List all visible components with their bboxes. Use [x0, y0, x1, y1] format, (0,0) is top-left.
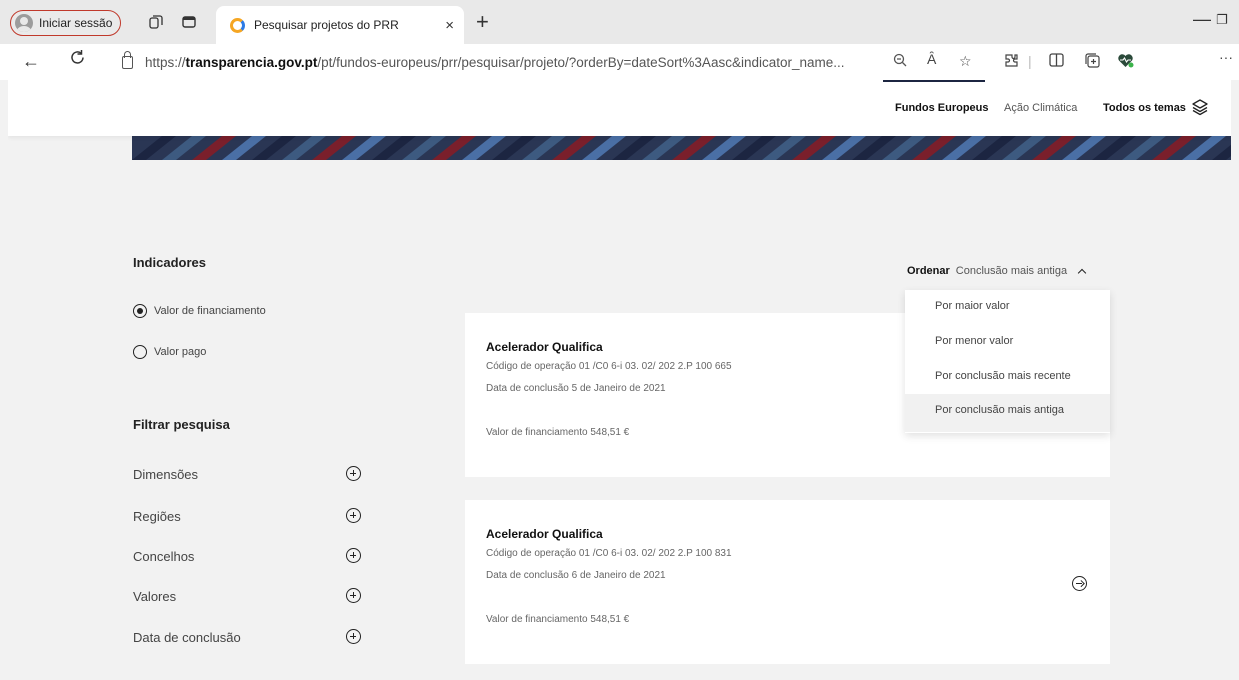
more-options-icon[interactable]: ··· [1219, 49, 1233, 65]
project-title[interactable]: Acelerador Qualifica [486, 527, 603, 541]
filter-valores[interactable]: Valores [133, 588, 368, 604]
site-header: Fundos Europeus Ação Climática Todos os … [8, 80, 1231, 136]
profile-button[interactable]: Iniciar sessão [10, 10, 122, 36]
restore-icon[interactable]: ❐ [1216, 12, 1228, 28]
radio-unchecked-icon [133, 345, 147, 359]
url-path: /pt/fundos-europeus/prr/pesquisar/projet… [317, 54, 845, 70]
sort-option-menor-valor[interactable]: Por menor valor [905, 325, 1110, 359]
decorative-banner [132, 136, 1231, 160]
sort-current-value: Conclusão mais antiga [955, 265, 1068, 277]
completion-date: Data de conclusão 6 de Janeiro de 2021 [486, 570, 666, 581]
nav-acao-climatica[interactable]: Ação Climática [1004, 102, 1077, 114]
back-icon[interactable]: ← [22, 51, 40, 72]
filter-label: Concelhos [133, 549, 195, 564]
nav-todos-os-temas[interactable]: Todos os temas [1103, 102, 1186, 114]
zoom-icon[interactable] [893, 53, 907, 70]
expand-plus-icon[interactable] [346, 466, 361, 481]
filter-label: Regiões [133, 509, 181, 524]
funding-value: Valor de financiamento 548,51 € [486, 427, 630, 438]
radio-valor-pago[interactable]: Valor pago [133, 345, 206, 359]
active-tab[interactable]: Pesquisar projetos do PRR × [216, 6, 464, 44]
favorite-star-icon[interactable]: ☆ [959, 53, 972, 70]
new-tab-button[interactable]: + [476, 9, 489, 35]
read-aloud-icon[interactable]: Ȃ [927, 51, 936, 67]
address-bar[interactable]: https://transparencia.gov.pt/pt/fundos-e… [122, 50, 882, 74]
collections-icon[interactable] [1085, 53, 1100, 71]
tab-title: Pesquisar projetos do PRR [254, 18, 399, 32]
filter-regioes[interactable]: Regiões [133, 508, 368, 524]
extensions-icon[interactable] [1004, 53, 1019, 71]
layers-icon[interactable] [1191, 98, 1209, 116]
toolbar-divider: | [1028, 53, 1032, 69]
minimize-icon[interactable]: — [1193, 9, 1211, 30]
funding-value: Valor de financiamento 548,51 € [486, 614, 630, 625]
expand-plus-icon[interactable] [346, 508, 361, 523]
site-favicon-icon [230, 17, 245, 33]
filter-label: Dimensões [133, 467, 199, 482]
tab-actions-icon[interactable] [180, 13, 198, 31]
expand-plus-icon[interactable] [346, 548, 361, 563]
profile-label: Iniciar sessão [39, 16, 113, 30]
browser-toolbar: ← https://transparencia.gov.pt/pt/fundos… [0, 44, 1239, 80]
sort-option-maior-valor[interactable]: Por maior valor [905, 290, 1110, 324]
url-host: transparencia.gov.pt [185, 54, 318, 70]
tab-close-button[interactable]: × [445, 17, 454, 34]
indicators-title: Indicadores [133, 255, 206, 270]
completion-date: Data de conclusão 5 de Janeiro de 2021 [486, 383, 666, 394]
operation-code: Código de operação 01 /C0 6-i 03. 02/ 20… [486, 548, 732, 559]
radio-label: Valor pago [154, 346, 207, 358]
workspaces-icon[interactable] [147, 13, 165, 31]
split-screen-icon[interactable] [1049, 53, 1064, 70]
banner-pattern [132, 136, 1231, 160]
filter-label: Data de conclusão [133, 630, 241, 645]
arrow-right-icon[interactable] [1072, 576, 1087, 591]
browser-tabbar: Iniciar sessão Pesquisar projetos do PRR… [0, 0, 1239, 44]
sort-option-mais-antiga[interactable]: Por conclusão mais antiga [905, 394, 1110, 432]
radio-checked-icon [133, 304, 147, 318]
filter-data-conclusao[interactable]: Data de conclusão [133, 629, 368, 645]
chevron-up-icon [1077, 268, 1087, 277]
operation-code: Código de operação 01 /C0 6-i 03. 02/ 20… [486, 361, 732, 372]
refresh-icon[interactable] [69, 49, 86, 71]
expand-plus-icon[interactable] [346, 629, 361, 644]
radio-valor-financiamento[interactable]: Valor de financiamento [133, 304, 266, 318]
filter-title: Filtrar pesquisa [133, 417, 230, 432]
result-card[interactable]: Acelerador Qualifica Código de operação … [465, 500, 1110, 664]
sort-label: Ordenar [907, 265, 950, 277]
url-prefix: https:// [145, 54, 186, 70]
project-title[interactable]: Acelerador Qualifica [486, 340, 603, 354]
radio-label: Valor de financiamento [154, 305, 266, 317]
expand-plus-icon[interactable] [346, 588, 361, 603]
filter-dimensoes[interactable]: Dimensões [133, 466, 368, 482]
sort-dropdown: Por maior valor Por menor valor Por conc… [905, 290, 1110, 433]
page-info-icon[interactable] [122, 50, 133, 69]
nav-fundos-europeus[interactable]: Fundos Europeus [895, 102, 989, 114]
filter-concelhos[interactable]: Concelhos [133, 548, 368, 564]
active-nav-indicator [883, 80, 985, 82]
page-viewport: Fundos Europeus Ação Climática Todos os … [8, 80, 1231, 680]
browser-essentials-icon[interactable] [1117, 53, 1134, 71]
sort-control[interactable]: Ordenar Conclusão mais antiga [907, 265, 1087, 277]
filter-label: Valores [133, 589, 177, 604]
profile-avatar-icon [15, 14, 33, 32]
sort-option-mais-recente[interactable]: Por conclusão mais recente [905, 360, 1110, 394]
